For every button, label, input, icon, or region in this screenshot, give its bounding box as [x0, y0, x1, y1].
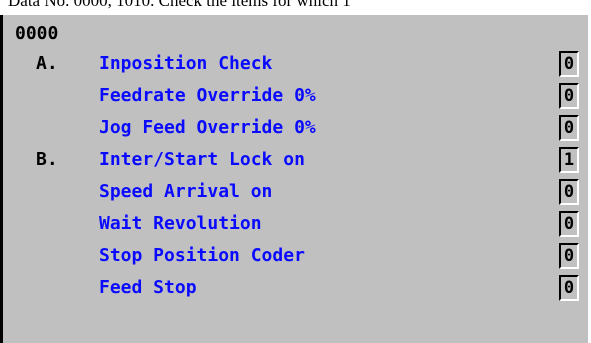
value-field[interactable]: 0 — [559, 211, 579, 237]
value-field[interactable]: 0 — [559, 83, 579, 109]
item-label: Feedrate Override 0% — [99, 85, 316, 106]
status-row-feedrate-override: Feedrate Override 0% 0 — [3, 80, 588, 114]
status-row-wait-revolution: Wait Revolution 0 — [3, 208, 588, 242]
item-label: Stop Position Coder — [99, 245, 305, 266]
value-field[interactable]: 0 — [559, 115, 579, 141]
status-row-speed-arrival: Speed Arrival on 0 — [3, 176, 588, 210]
value-field[interactable]: 1 — [559, 147, 579, 173]
status-row-stop-position-coder: Stop Position Coder 0 — [3, 240, 588, 274]
group-letter: A. — [36, 53, 58, 74]
item-label: Feed Stop — [99, 277, 197, 298]
value-field[interactable]: 0 — [559, 179, 579, 205]
item-label: Inter/Start Lock on — [99, 149, 305, 170]
item-label: Jog Feed Override 0% — [99, 117, 316, 138]
status-row-inposition-check: A. Inposition Check 0 — [3, 48, 588, 82]
caption-text: Data No. 0000, 1010. Check the items for… — [8, 0, 351, 10]
page: Data No. 0000, 1010. Check the items for… — [0, 0, 591, 343]
status-row-jog-feed-override: Jog Feed Override 0% 0 — [3, 112, 588, 146]
status-row-feed-stop: Feed Stop 0 — [3, 272, 588, 306]
value-field[interactable]: 0 — [559, 275, 579, 301]
status-screen: 0000 A. Inposition Check 0 Feedrate Over… — [0, 15, 588, 343]
data-number: 0000 — [15, 23, 59, 44]
item-label: Wait Revolution — [99, 213, 262, 234]
status-row-inter-start-lock: B. Inter/Start Lock on 1 — [3, 144, 588, 178]
value-field[interactable]: 0 — [559, 243, 579, 269]
value-field[interactable]: 0 — [559, 51, 579, 77]
group-letter: B. — [36, 149, 58, 170]
item-label: Speed Arrival on — [99, 181, 273, 202]
item-label: Inposition Check — [99, 53, 273, 74]
